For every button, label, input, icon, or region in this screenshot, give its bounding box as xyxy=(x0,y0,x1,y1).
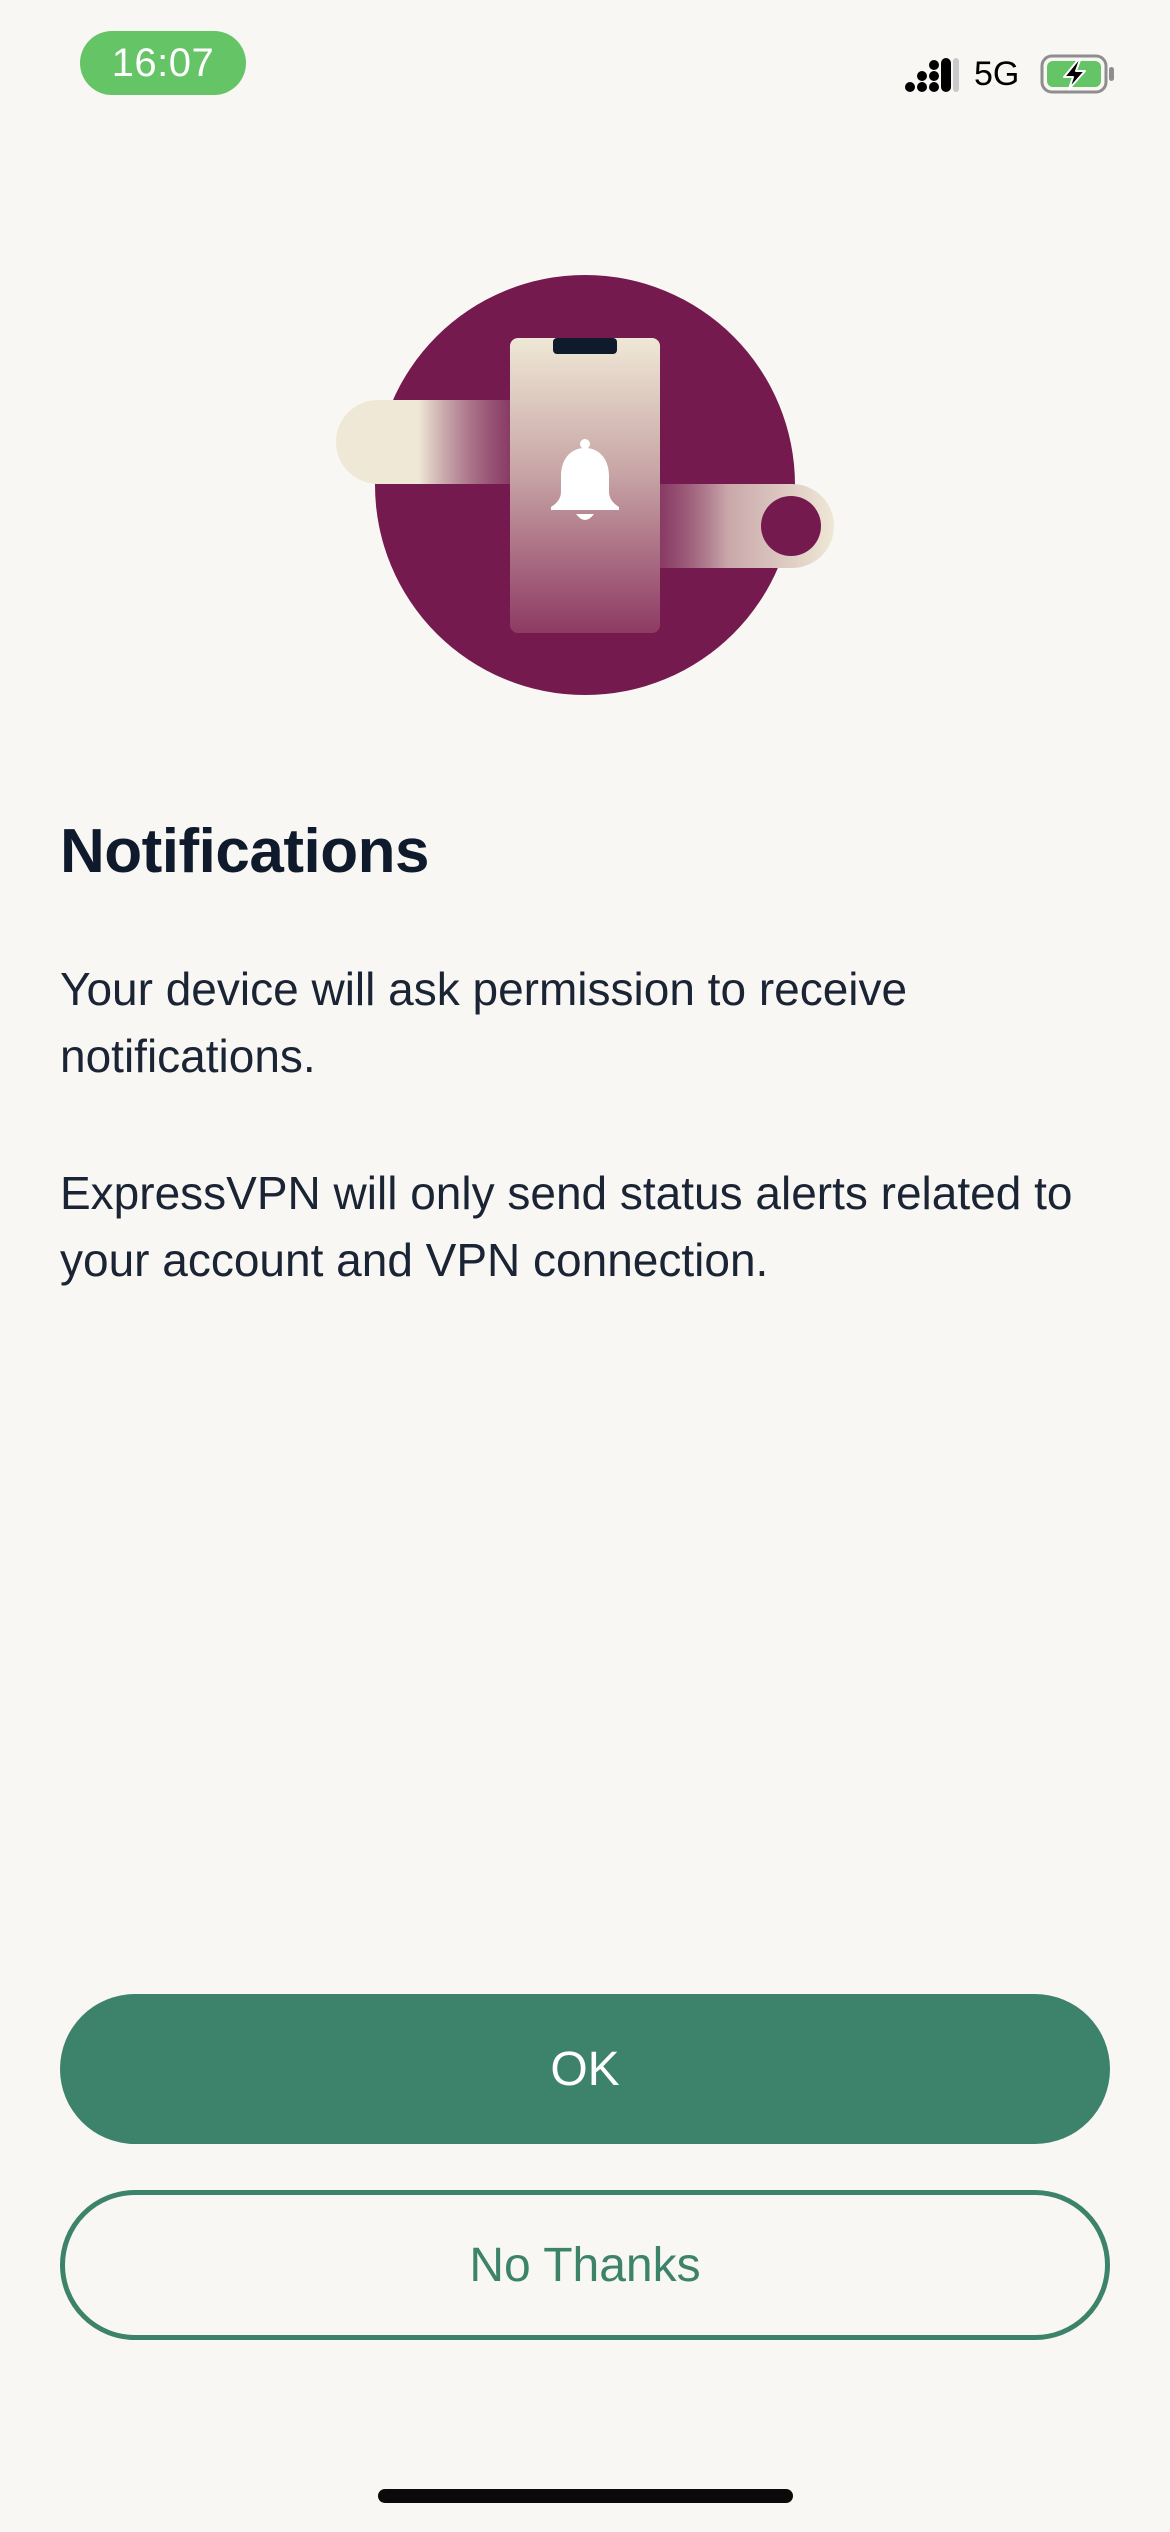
permission-description: Your device will ask permission to recei… xyxy=(60,963,908,1082)
ok-button[interactable]: OK xyxy=(60,1994,1110,2144)
signal-icon xyxy=(905,58,959,92)
notification-illustration xyxy=(336,275,834,695)
phone-notch xyxy=(553,338,617,354)
status-time: 16:07 xyxy=(80,31,246,95)
alerts-description: ExpressVPN will only send status alerts … xyxy=(60,1167,1073,1286)
network-type-label: 5G xyxy=(974,55,1020,93)
no-thanks-button[interactable]: No Thanks xyxy=(60,2190,1110,2340)
status-bar: 16:07 5G xyxy=(0,0,1170,140)
home-indicator[interactable] xyxy=(378,2489,793,2503)
page-title: Notifications xyxy=(60,817,429,886)
illustration-toggle-knob xyxy=(761,496,821,556)
battery-charging-icon xyxy=(1040,54,1114,94)
